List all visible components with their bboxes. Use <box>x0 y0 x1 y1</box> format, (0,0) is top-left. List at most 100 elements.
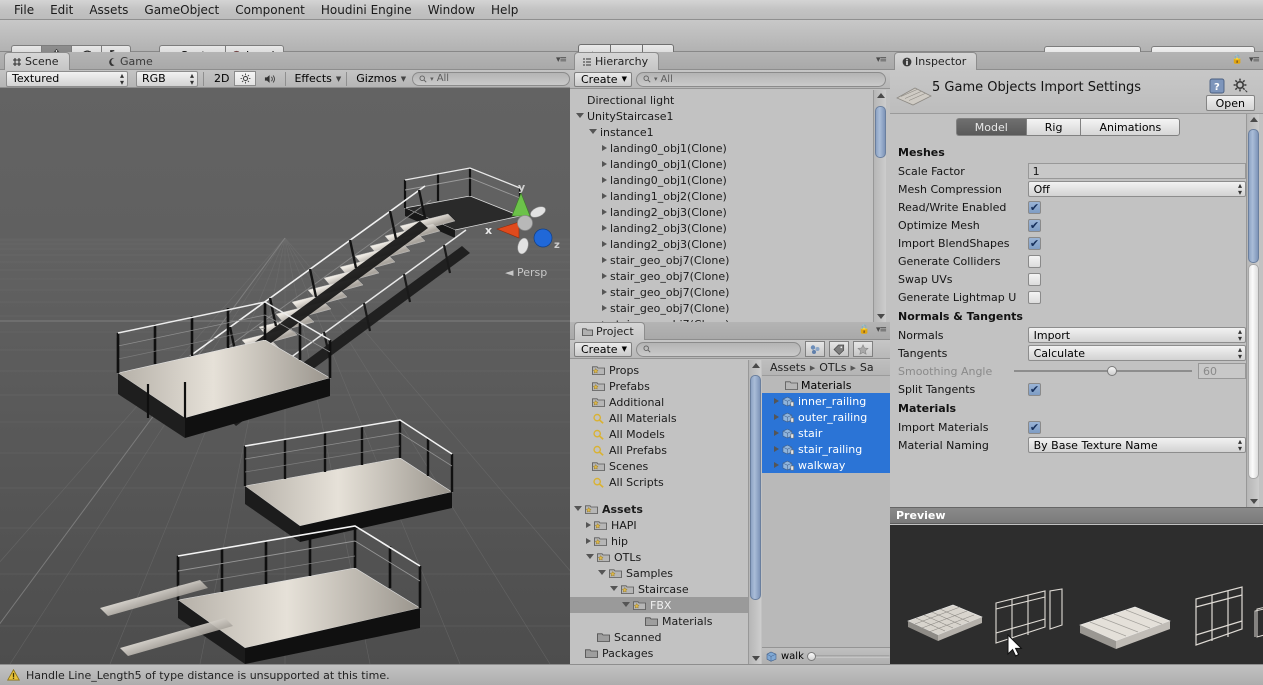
scene-panel-menu-icon[interactable]: ▾≡ <box>556 55 566 65</box>
inspector-scroll-track-fill[interactable] <box>1248 264 1259 479</box>
project-tree-item[interactable]: Materials <box>570 613 748 629</box>
project-tree-item[interactable]: FBX <box>570 597 748 613</box>
project-panel-menu-icon[interactable]: ▾≡ <box>876 325 886 335</box>
disclosure-triangle-closed-icon[interactable] <box>602 209 607 215</box>
disclosure-triangle-closed-icon[interactable] <box>774 430 779 436</box>
hierarchy-item[interactable]: landing0_obj1(Clone) <box>570 172 890 188</box>
project-tree-item[interactable]: Assets <box>570 501 748 517</box>
project-tree-item[interactable]: Samples <box>570 565 748 581</box>
project-tree-scroll-thumb[interactable] <box>750 375 761 600</box>
disclosure-triangle-closed-icon[interactable] <box>602 225 607 231</box>
scene-2d-toggle[interactable]: 2D <box>209 72 234 85</box>
scene-lighting-toggle[interactable] <box>234 71 256 86</box>
disclosure-triangle-open-icon[interactable] <box>589 129 597 137</box>
inspector-dropdown[interactable]: Import▴▾ <box>1028 327 1246 343</box>
menu-item-assets[interactable]: Assets <box>81 2 136 18</box>
hierarchy-item[interactable]: stair_geo_obj7(Clone) <box>570 268 890 284</box>
slider-handle[interactable] <box>1107 366 1117 376</box>
scene-viewport[interactable]: y x z ◄ Persp <box>0 88 570 664</box>
breadcrumb-item-2[interactable]: Sa <box>860 361 874 374</box>
disclosure-triangle-closed-icon[interactable] <box>774 414 779 420</box>
project-favorite-item[interactable]: Additional <box>570 394 748 410</box>
hierarchy-item[interactable]: UnityStaircase1 <box>570 108 890 124</box>
project-tree-item[interactable]: OTLs <box>570 549 748 565</box>
tab-project[interactable]: Project <box>574 322 645 340</box>
inspector-checkbox[interactable] <box>1028 237 1041 250</box>
disclosure-triangle-closed-icon[interactable] <box>602 273 607 279</box>
inspector-dropdown[interactable]: Calculate▴▾ <box>1028 345 1246 361</box>
menu-item-window[interactable]: Window <box>420 2 483 18</box>
lock-icon[interactable]: 🔒 <box>859 325 870 335</box>
project-favorite-item[interactable]: Props <box>570 362 748 378</box>
disclosure-triangle-closed-icon[interactable] <box>602 145 607 151</box>
project-favorite-item[interactable]: All Models <box>570 426 748 442</box>
disclosure-triangle-open-icon[interactable] <box>576 113 584 121</box>
disclosure-triangle-open-icon[interactable] <box>622 602 630 610</box>
project-tree-item[interactable]: Packages <box>570 645 748 661</box>
project-tree-item[interactable]: hip <box>570 533 748 549</box>
scroll-up-arrow-icon[interactable] <box>877 93 885 98</box>
disclosure-triangle-closed-icon[interactable] <box>602 305 607 311</box>
hierarchy-item[interactable]: stair_geo_obj7(Clone) <box>570 252 890 268</box>
hierarchy-item[interactable]: stair_geo_obj7(Clone) <box>570 300 890 316</box>
inspector-checkbox[interactable] <box>1028 255 1041 268</box>
inspector-slider-group[interactable]: 60 <box>1014 363 1246 379</box>
menu-item-file[interactable]: File <box>6 2 42 18</box>
scene-effects-dropdown[interactable]: Effects <box>290 72 335 85</box>
hierarchy-item[interactable]: stair_geo_obj7(Clone) <box>570 284 890 300</box>
status-bar[interactable]: Handle Line_Length5 of type distance is … <box>0 664 1263 685</box>
inspector-scroll-thumb[interactable] <box>1248 129 1259 263</box>
disclosure-triangle-closed-icon[interactable] <box>774 446 779 452</box>
scroll-down-arrow-icon[interactable] <box>877 314 885 319</box>
disclosure-triangle-open-icon[interactable] <box>586 554 594 562</box>
project-file-item[interactable]: walkway <box>762 457 890 473</box>
project-favorite-item[interactable]: All Scripts <box>570 474 748 490</box>
inspector-slider[interactable] <box>1014 365 1192 377</box>
chevron-down-icon[interactable]: ▼ <box>401 75 406 83</box>
hierarchy-scroll-thumb[interactable] <box>875 106 886 158</box>
project-favorite-item[interactable]: All Materials <box>570 410 748 426</box>
zoom-slider-handle[interactable] <box>807 652 816 661</box>
project-favorite-item[interactable]: Scenes <box>570 458 748 474</box>
disclosure-triangle-closed-icon[interactable] <box>586 538 591 544</box>
disclosure-triangle-closed-icon[interactable] <box>602 177 607 183</box>
inspector-text-input[interactable]: 1 <box>1028 163 1246 179</box>
inspector-dropdown[interactable]: Off▴▾ <box>1028 181 1246 197</box>
scroll-down-arrow-icon[interactable] <box>752 656 760 661</box>
hierarchy-create-button[interactable]: Create ▼ <box>574 72 632 87</box>
hierarchy-item[interactable]: landing0_obj1(Clone) <box>570 156 890 172</box>
inspector-checkbox[interactable] <box>1028 383 1041 396</box>
scene-audio-toggle[interactable] <box>259 71 281 86</box>
disclosure-triangle-open-icon[interactable] <box>598 570 606 578</box>
menu-item-edit[interactable]: Edit <box>42 2 81 18</box>
scroll-up-arrow-icon[interactable] <box>1250 117 1258 122</box>
hierarchy-item[interactable]: landing2_obj3(Clone) <box>570 220 890 236</box>
disclosure-triangle-closed-icon[interactable] <box>774 398 779 404</box>
hierarchy-scrollbar[interactable] <box>873 90 886 322</box>
draw-mode-dropdown[interactable]: Textured ▴▾ <box>6 71 128 87</box>
inspector-checkbox[interactable] <box>1028 421 1041 434</box>
project-favorite-item[interactable]: Prefabs <box>570 378 748 394</box>
chevron-down-icon[interactable]: ▼ <box>336 75 341 83</box>
preview-viewport[interactable]: Previewing 5 of 5 Objects <box>890 525 1263 685</box>
inspector-slider-value[interactable]: 60 <box>1198 363 1246 379</box>
favorites-button[interactable] <box>853 341 873 357</box>
disclosure-triangle-closed-icon[interactable] <box>602 193 607 199</box>
project-tree-scrollbar[interactable] <box>748 360 761 664</box>
inspector-checkbox[interactable] <box>1028 291 1041 304</box>
menu-item-component[interactable]: Component <box>227 2 313 18</box>
filter-by-type-button[interactable] <box>805 341 825 357</box>
disclosure-triangle-closed-icon[interactable] <box>602 289 607 295</box>
color-mode-dropdown[interactable]: RGB ▴▾ <box>136 71 198 87</box>
scene-gizmos-dropdown[interactable]: Gizmos <box>352 72 401 85</box>
inspector-dropdown[interactable]: By Base Texture Name▴▾ <box>1028 437 1246 453</box>
inspector-scrollbar[interactable] <box>1246 114 1259 507</box>
breadcrumb-item-0[interactable]: Assets <box>770 361 806 374</box>
hierarchy-panel-menu-icon[interactable]: ▾≡ <box>876 55 886 65</box>
project-create-button[interactable]: Create ▼ <box>574 342 632 357</box>
project-file-item[interactable]: outer_railing <box>762 409 890 425</box>
project-favorite-item[interactable]: All Prefabs <box>570 442 748 458</box>
disclosure-triangle-closed-icon[interactable] <box>774 462 779 468</box>
project-folder-tree[interactable]: PropsPrefabsAdditionalAll MaterialsAll M… <box>570 360 748 664</box>
tab-animations[interactable]: Animations <box>1080 118 1180 136</box>
